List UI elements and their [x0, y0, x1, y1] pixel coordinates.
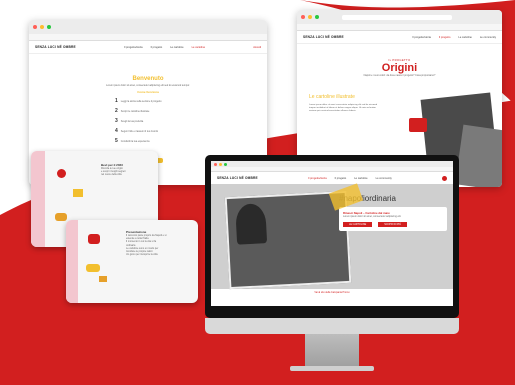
steps-list: 1 Leggi la storia nella sezione il proget… — [115, 98, 267, 144]
zoom-dot-icon[interactable] — [224, 162, 227, 166]
imac-chin — [205, 318, 459, 334]
close-dot-icon[interactable] — [301, 15, 305, 19]
nav-item[interactable]: Le cartoline — [192, 46, 205, 49]
nav-item[interactable]: Il progetto/storia — [308, 177, 327, 180]
pine-tree-shape — [235, 203, 268, 245]
window-titlebar — [29, 20, 267, 34]
site-nav: SENZA LUCI NÉ OMBRE Il progetto/storia I… — [29, 41, 267, 54]
intro-text: Lorem ipsum dolor sit amet, consectetur … — [106, 84, 190, 87]
user-icon[interactable] — [441, 175, 447, 181]
hero-card: #napoliordinaria Rinasci Napoli – Cartol… — [339, 194, 447, 276]
list-item: 5 Condividi la tua esperienza — [115, 138, 150, 145]
page-title: Origini — [381, 62, 418, 74]
nav-item[interactable]: Le community — [376, 177, 392, 180]
welcome-heading: Benvenuto — [132, 76, 164, 82]
section-body: Lorem ipsum dolor sit amet consectetur a… — [309, 104, 378, 112]
list-item: 3 Scegli la tua preferita — [115, 118, 144, 125]
nav-item[interactable]: Il progetto — [335, 177, 347, 180]
brand-logo[interactable]: SENZA LUCI NÉ OMBRE — [35, 45, 76, 49]
nav-item[interactable]: Le cartoline — [354, 177, 367, 180]
card-text: Lorem ipsum dolor sit amet, consectetur … — [343, 215, 402, 218]
nav-item[interactable]: Le community — [480, 36, 496, 39]
section-title: Le cartoline illustrate — [309, 94, 355, 100]
nav-item[interactable]: Il progetto — [439, 36, 451, 39]
minimize-dot-icon[interactable] — [40, 25, 44, 29]
brand-logo[interactable]: SENZA LUCI NÉ OMBRE — [303, 35, 344, 39]
list-item: 2 Scopri le cartoline illustrate — [115, 108, 150, 115]
illustration — [84, 230, 119, 295]
nav-menu: Il progetto/storia Il progetto Le cartol… — [124, 46, 205, 49]
red-sticker-shape — [409, 118, 427, 132]
brand-logo[interactable]: SENZA LUCI NÉ OMBRE — [217, 176, 258, 180]
close-dot-icon[interactable] — [33, 25, 37, 29]
imac-stand — [305, 334, 359, 368]
zoom-dot-icon[interactable] — [315, 15, 319, 19]
section-label: Come funziona — [137, 90, 159, 95]
site-nav: SENZA LUCI NÉ OMBRE Il progetto/storia I… — [297, 31, 502, 44]
address-bar[interactable] — [29, 34, 267, 41]
discover-more-button[interactable]: SCOPRI DI PIÙ — [378, 222, 408, 228]
minimize-dot-icon[interactable] — [308, 15, 312, 19]
postcards-button[interactable]: LE CARTOLINE — [343, 222, 373, 228]
slide-sidebar — [66, 220, 78, 303]
login-link[interactable]: Accedi — [253, 46, 261, 49]
nav-menu: Il progetto/storia Il progetto Le cartol… — [308, 177, 392, 180]
window-titlebar — [297, 10, 502, 24]
tablet-front: Presentazione Il racconto parte proprio … — [66, 220, 198, 303]
nav-menu: Il progetto/storia Il progetto Le cartol… — [412, 36, 496, 39]
list-item: 4 Segui il link e riassumi il tuo ricordo — [115, 128, 159, 135]
imac-screen: SENZA LUCI NÉ OMBRE Il progetto/storia I… — [211, 161, 453, 306]
nav-item[interactable]: Le cartoline — [458, 36, 471, 39]
nav-item[interactable]: Il progetto/storia — [124, 46, 143, 49]
minimize-dot-icon[interactable] — [219, 162, 222, 166]
zoom-dot-icon[interactable] — [47, 25, 51, 29]
list-item: 1 Leggi la storia nella sezione il proget… — [115, 98, 162, 105]
imac-base — [290, 366, 374, 371]
url-field[interactable] — [342, 14, 452, 20]
slide-sidebar — [31, 151, 45, 247]
nav-item[interactable]: Il progetto/storia — [412, 36, 431, 39]
close-dot-icon[interactable] — [214, 162, 217, 166]
address-bar[interactable] — [297, 24, 502, 31]
postcard-image — [455, 124, 502, 187]
page-subtitle: Napoli e i suoi colori: da dove nasce il… — [363, 74, 436, 77]
footer-link[interactable]: Vai al sito della Campania Promo — [211, 291, 453, 294]
hero-section: #napoliordinaria Rinasci Napoli – Cartol… — [211, 183, 453, 290]
nav-item[interactable]: Il progetto — [151, 46, 163, 49]
nav-item[interactable]: Le cartoline — [170, 46, 183, 49]
